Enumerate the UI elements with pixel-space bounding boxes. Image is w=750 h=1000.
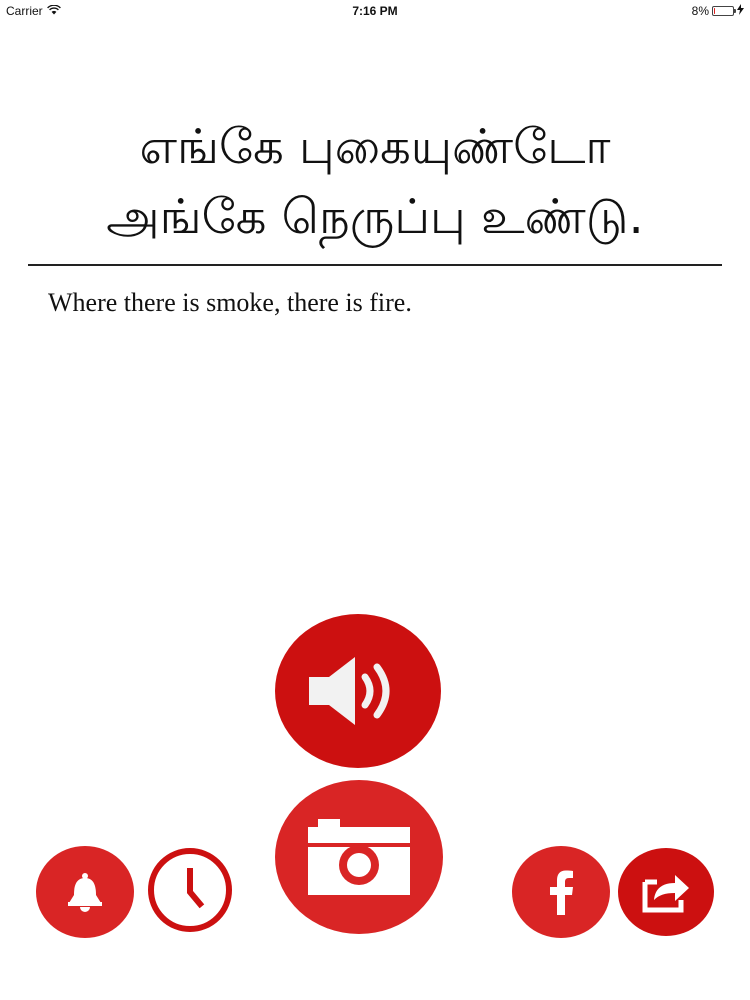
camera-icon (304, 815, 414, 899)
reminder-button[interactable] (36, 846, 134, 938)
share-icon (641, 870, 691, 914)
bell-icon (65, 871, 105, 913)
status-right: 8% (692, 4, 744, 18)
camera-button[interactable] (275, 780, 443, 934)
tamil-proverb-line-1: எங்கே புகையுண்டோ (139, 119, 611, 175)
schedule-button[interactable] (148, 848, 232, 932)
facebook-icon (547, 869, 575, 915)
speaker-icon (303, 651, 413, 731)
clock-icon (165, 865, 215, 915)
charging-bolt-icon (737, 4, 744, 18)
battery-percent: 8% (691, 4, 709, 18)
divider (28, 264, 722, 266)
status-time: 7:16 PM (352, 4, 398, 18)
english-translation: Where there is smoke, there is fire. (48, 288, 412, 317)
play-sound-button[interactable] (275, 614, 441, 768)
facebook-share-button[interactable] (512, 846, 610, 938)
status-bar: Carrier 7:16 PM 8% (0, 0, 750, 22)
battery-icon (712, 6, 736, 16)
share-button[interactable] (618, 848, 714, 936)
app-screen: Carrier 7:16 PM 8% எங்கே புகையுண்டோ அங்க… (0, 0, 750, 1000)
tamil-proverb-line-2: அங்கே நெருப்பு உண்டு. (106, 189, 644, 245)
battery-level (714, 8, 715, 14)
tamil-proverb: எங்கே புகையுண்டோ அங்கே நெருப்பு உண்டு. (0, 112, 750, 252)
